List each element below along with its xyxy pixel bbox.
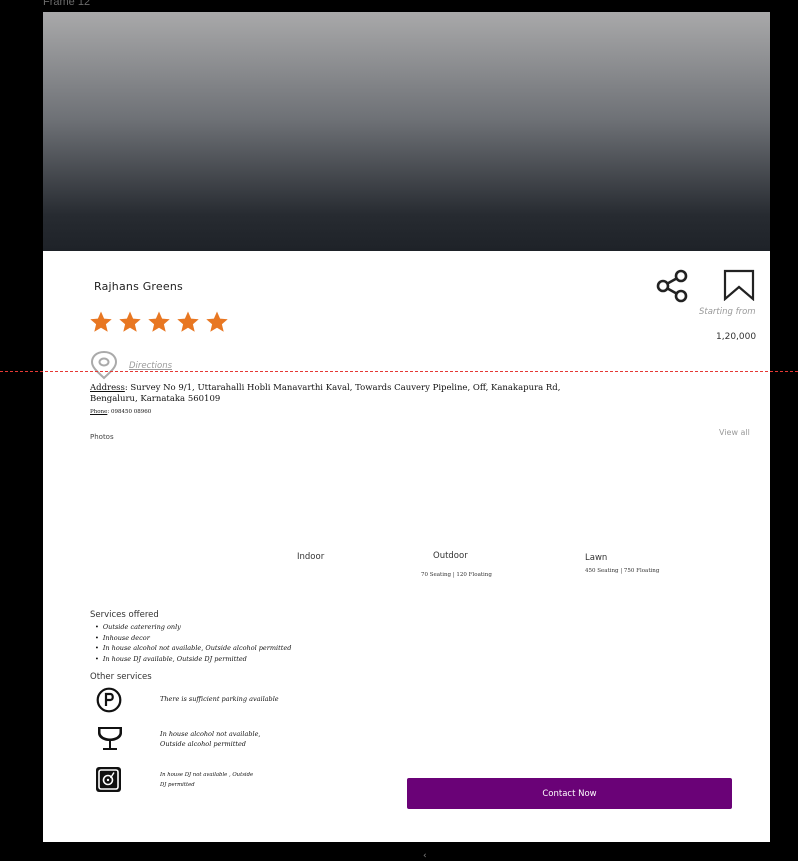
other-service-text: In house DJ not available , Outside DJ p…	[160, 770, 253, 790]
address: Address: Survey No 9/1, Uttarahalli Hobl…	[90, 383, 561, 404]
frame-label: Frame 12	[43, 0, 91, 8]
starting-from-label: Starting from	[699, 307, 756, 317]
phone[interactable]: Phone: 098450 08960	[90, 409, 151, 415]
other-services-heading: Other services	[90, 672, 152, 682]
phone-key: Phone	[90, 409, 108, 415]
address-value: Survey No 9/1, Uttarahalli Hobli Manavar…	[90, 383, 561, 404]
service-item: Outside caterering only	[95, 622, 291, 633]
photos-heading: Photos	[90, 433, 114, 441]
service-item: In house DJ available, Outside DJ permit…	[95, 654, 291, 665]
star-icon	[177, 311, 199, 332]
other-service-text: In house alcohol not available, Outside …	[160, 729, 261, 749]
address-key: Address	[90, 383, 125, 393]
services-heading: Services offered	[90, 610, 159, 620]
star-icon	[119, 311, 141, 332]
star-icon	[148, 311, 170, 332]
parking-icon	[96, 687, 122, 713]
directions-link[interactable]: Directions	[129, 361, 172, 371]
price: 1,20,000	[716, 332, 757, 342]
wine-glass-icon	[98, 727, 122, 750]
photo-category-lawn[interactable]: Lawn	[585, 553, 607, 563]
other-service-text-line: In house alcohol not available,	[160, 730, 261, 738]
service-item: In house alcohol not available, Outside …	[95, 643, 292, 654]
photo-category-lawn-capacity: 450 Seating | 750 Floating	[585, 568, 660, 574]
other-service-text: There is sufficient parking available	[160, 695, 279, 703]
star-icon	[90, 311, 112, 332]
view-all-link[interactable]: View all	[719, 428, 750, 437]
other-service-text-line: DJ permitted	[160, 782, 195, 788]
service-item: Inhouse decor	[95, 633, 291, 644]
rating-stars	[89, 310, 229, 334]
star-icon	[206, 311, 228, 332]
hero-image	[43, 12, 770, 251]
photo-category-outdoor-capacity: 70 Seating | 120 Floating	[421, 572, 492, 578]
services-list: Outside caterering only Inhouse decor In…	[95, 622, 292, 665]
other-service-text-line: In house DJ not available , Outside	[160, 772, 254, 778]
photo-category-indoor[interactable]: Indoor	[297, 552, 324, 562]
share-icon[interactable]	[655, 269, 689, 303]
scroll-indicator: ‹	[423, 851, 427, 861]
location-pin-icon[interactable]	[90, 350, 118, 380]
dj-icon	[96, 767, 121, 792]
venue-card: Rajhans Greens Starting from 1,20,000 Di…	[43, 12, 770, 842]
bookmark-icon[interactable]	[723, 269, 755, 301]
photo-category-outdoor[interactable]: Outdoor	[433, 551, 468, 561]
venue-name: Rajhans Greens	[94, 280, 183, 293]
contact-now-button[interactable]: Contact Now	[407, 778, 732, 809]
other-service-text-line: Outside alcohol permitted	[160, 740, 246, 748]
phone-value[interactable]: 098450 08960	[111, 409, 151, 415]
guide-line	[0, 371, 798, 372]
